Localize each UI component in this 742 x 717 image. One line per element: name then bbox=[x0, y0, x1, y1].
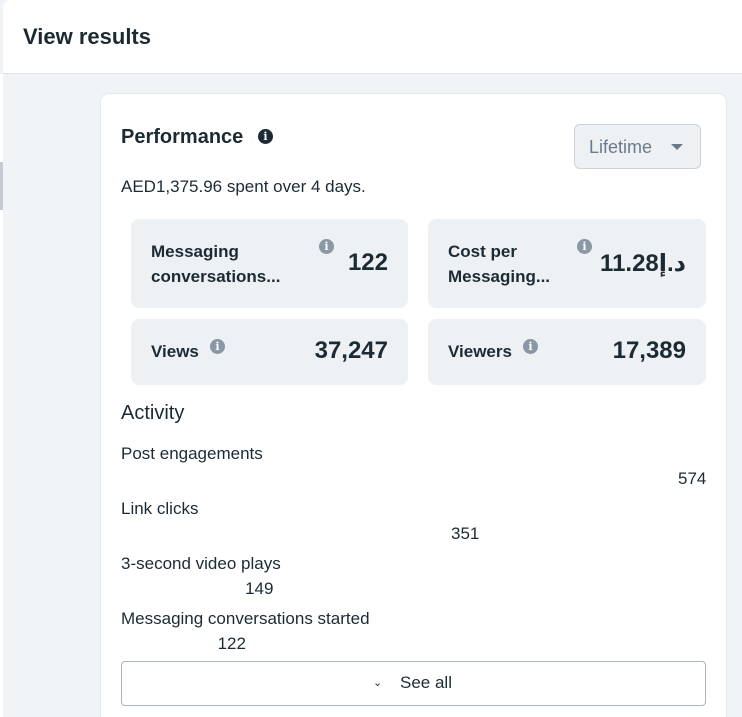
activity-value: 351 bbox=[451, 524, 480, 543]
dialog-title: View results bbox=[23, 24, 151, 49]
activity-value: 149 bbox=[245, 579, 274, 598]
metric-value: 11.28د.إ bbox=[600, 250, 686, 277]
activity-value: 122 bbox=[217, 634, 246, 653]
metric-label-line2: conversations... bbox=[151, 267, 281, 286]
performance-title: Performance bbox=[121, 126, 244, 148]
info-icon[interactable]: i bbox=[577, 239, 592, 254]
metric-value: 122 bbox=[347, 249, 388, 276]
metric-label: Views bbox=[151, 342, 199, 361]
activity-label: Post engagements bbox=[121, 444, 263, 463]
performance-card: Performance i Lifetime AED1,375.96 spent… bbox=[101, 94, 726, 717]
chevron-down-icon: ⌄ bbox=[373, 677, 383, 689]
info-icon[interactable]: i bbox=[258, 129, 273, 144]
activity-label: 3-second video plays bbox=[121, 554, 281, 573]
info-icon[interactable]: i bbox=[210, 339, 225, 354]
metric-views: Views i 37,247 bbox=[131, 319, 408, 385]
activity-title: Activity bbox=[121, 402, 185, 424]
date-range-label: Lifetime bbox=[589, 137, 653, 157]
see-all-label: See all bbox=[400, 673, 452, 692]
metric-messaging-conversations: Messaging conversations... i 122 bbox=[131, 219, 408, 308]
see-all-button[interactable]: ⌄ See all bbox=[121, 661, 706, 706]
activity-label: Link clicks bbox=[121, 499, 199, 518]
info-icon[interactable]: i bbox=[523, 339, 538, 354]
dialog-header: View results bbox=[3, 0, 742, 74]
metric-label-line1: Messaging bbox=[151, 242, 239, 261]
metric-label-line1: Cost per bbox=[448, 242, 517, 261]
metric-label: Messaging conversations... bbox=[151, 239, 280, 289]
activity-label: Messaging conversations started bbox=[121, 609, 370, 628]
metric-label: Viewers bbox=[448, 342, 512, 361]
activity-value: 574 bbox=[678, 469, 707, 488]
metric-cost-per-messaging: Cost per Messaging... i 11.28د.إ bbox=[428, 219, 706, 308]
metric-value: 37,247 bbox=[314, 337, 388, 364]
spent-summary: AED1,375.96 spent over 4 days. bbox=[121, 177, 366, 196]
caret-down-icon bbox=[671, 144, 683, 150]
scroll-indicator bbox=[0, 162, 3, 210]
left-gutter bbox=[0, 74, 3, 717]
metric-label: Cost per Messaging... bbox=[448, 239, 550, 289]
info-icon[interactable]: i bbox=[319, 239, 334, 254]
metric-viewers: Viewers i 17,389 bbox=[428, 319, 706, 385]
metric-label-line2: Messaging... bbox=[448, 267, 551, 286]
metric-value: 17,389 bbox=[612, 337, 686, 364]
date-range-dropdown[interactable]: Lifetime bbox=[574, 124, 701, 169]
